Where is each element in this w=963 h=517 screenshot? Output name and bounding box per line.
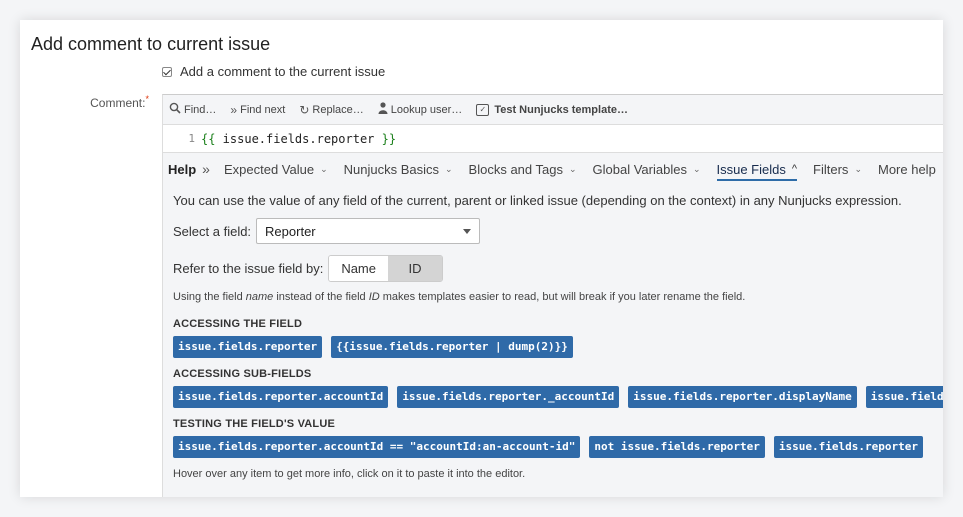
editor-toolbar: Find… » Find next ↻ Replace… Lookup user… (163, 95, 943, 125)
issue-fields-help: You can use the value of any field of th… (163, 193, 943, 480)
comment-editor: Find… » Find next ↻ Replace… Lookup user… (162, 94, 943, 497)
accessing-heading: ACCESSING THE FIELD (173, 318, 303, 330)
tab-nunjucks-basics[interactable]: Nunjucks Basics ⌄ (344, 153, 453, 185)
field-select-row: Select a field: Reporter (173, 218, 943, 244)
search-icon (169, 102, 181, 117)
code-line: {{ issue.fields.reporter }} (201, 131, 397, 146)
snippet-chip[interactable]: issue.fields.reporter.accountId (173, 386, 389, 408)
refer-by-note: Using the field name instead of the fiel… (173, 291, 746, 303)
caret-down-icon: ▼ (942, 165, 943, 174)
required-mark: * (145, 94, 149, 104)
replace-button[interactable]: ↻ Replace… (299, 103, 363, 117)
help-label: Help (168, 161, 197, 177)
snippet-chip[interactable]: issue.fields.reporter._accountId (397, 386, 620, 408)
user-icon (378, 102, 388, 117)
select-field-label: Select a field: (173, 223, 252, 239)
find-button[interactable]: Find… (169, 102, 216, 117)
refer-by-row: Refer to the issue field by: Name ID (173, 255, 943, 282)
help-intro: You can use the value of any field of th… (173, 193, 902, 208)
page-title: Add comment to current issue (31, 34, 271, 54)
help-tabs: Help » Expected Value ⌄ Nunjucks Basics ⌄ … (163, 153, 943, 185)
tab-global-variables[interactable]: Global Variables ⌄ (593, 153, 701, 185)
add-comment-option[interactable]: Add a comment to the current issue (162, 64, 385, 79)
hover-hint: Hover over any item to get more info, cl… (173, 468, 526, 480)
refer-by-toggle: Name ID (328, 255, 443, 282)
collapse-help-icon[interactable]: » (202, 161, 210, 177)
code-editor[interactable]: 1 {{ issue.fields.reporter }} (163, 125, 943, 153)
dialog-card: Add comment to current issue Add a comme… (20, 20, 943, 497)
template-test-icon: ✓ (476, 103, 490, 116)
sub-field-chips: issue.fields.reporter.accountId issue.fi… (173, 386, 943, 408)
comment-field-label: Comment:* (90, 94, 149, 110)
field-select[interactable]: Reporter (256, 218, 481, 244)
testing-chips: issue.fields.reporter.accountId == "acco… (173, 436, 943, 458)
chevron-up-icon: ^ (791, 163, 798, 175)
refer-by-label: Refer to the issue field by: (173, 261, 324, 276)
test-template-button[interactable]: ✓ Test Nunjucks template… (476, 103, 628, 116)
snippet-chip[interactable]: issue.fields.re (865, 386, 943, 408)
chevron-down-icon: ⌄ (320, 163, 328, 174)
snippet-chip[interactable]: issue.fields.reporter (773, 436, 924, 458)
tab-blocks-and-tags[interactable]: Blocks and Tags ⌄ (469, 153, 577, 185)
refer-by-name-option[interactable]: Name (329, 256, 388, 281)
dropdown-arrow-icon (463, 228, 472, 234)
find-next-button[interactable]: » Find next (230, 103, 285, 117)
refer-by-id-option[interactable]: ID (388, 256, 442, 281)
line-number: 1 (188, 132, 195, 145)
add-comment-label: Add a comment to the current issue (180, 64, 386, 79)
snippet-chip[interactable]: not issue.fields.reporter (589, 436, 765, 458)
snippet-chip[interactable]: {{issue.fields.reporter | dump(2)}} (331, 336, 573, 358)
lookup-user-button[interactable]: Lookup user… (378, 102, 462, 117)
sub-fields-heading: ACCESSING SUB-FIELDS (173, 368, 312, 380)
double-chevron-right-icon: » (230, 102, 238, 117)
chevron-down-icon: ⌄ (692, 163, 701, 174)
chevron-down-icon: ⌄ (854, 163, 862, 174)
accessing-chips: issue.fields.reporter {{issue.fields.rep… (173, 336, 943, 358)
chevron-down-icon: ⌄ (445, 163, 453, 174)
replace-icon: ↻ (299, 102, 310, 117)
tab-expected-value[interactable]: Expected Value ⌄ (224, 153, 328, 185)
snippet-chip[interactable]: issue.fields.reporter (173, 336, 323, 358)
tab-more-help[interactable]: More help▼ (878, 153, 943, 185)
tab-filters[interactable]: Filters ⌄ (813, 153, 862, 185)
snippet-chip[interactable]: issue.fields.reporter.accountId == "acco… (173, 436, 581, 458)
tab-issue-fields[interactable]: Issue Fields ^ (716, 153, 798, 185)
chevron-down-icon: ⌄ (568, 163, 577, 174)
snippet-chip[interactable]: issue.fields.reporter.displayName (628, 386, 857, 408)
add-comment-checkbox[interactable] (162, 66, 172, 77)
testing-heading: TESTING THE FIELD'S VALUE (173, 418, 336, 430)
